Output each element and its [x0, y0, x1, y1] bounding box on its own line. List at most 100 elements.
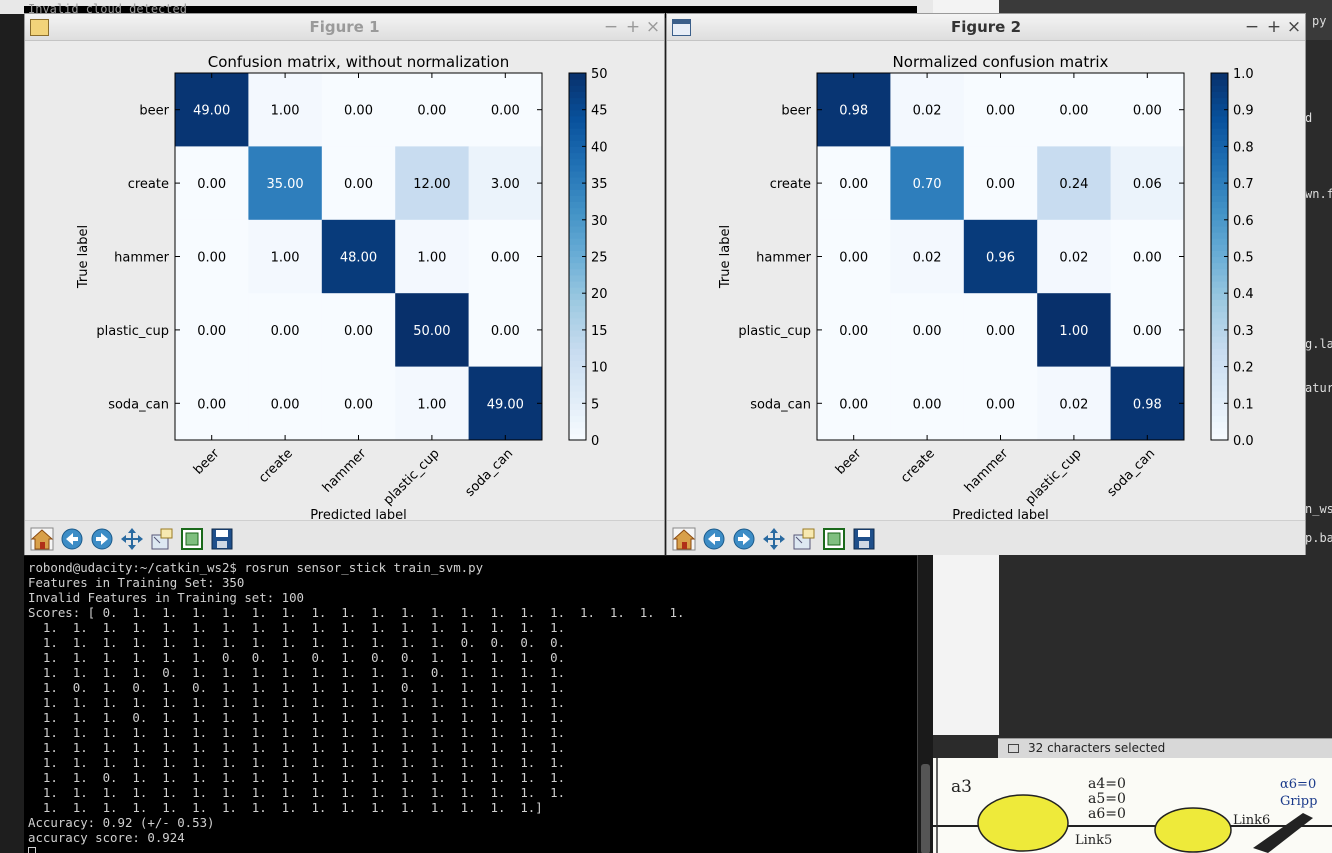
colorbar-segment: [1211, 195, 1228, 203]
minimize-icon[interactable]: −: [1243, 17, 1261, 37]
cell-value-label: 0.96: [986, 251, 1015, 266]
back-icon[interactable]: [59, 526, 85, 552]
colorbar-tick-label: 20: [591, 287, 608, 302]
terminal-line: 1. 1. 1. 1. 1. 1. 1. 1. 1. 1. 1. 1. 1. 1…: [28, 695, 566, 710]
colorbar-segment: [1211, 348, 1228, 355]
figure2-window[interactable]: Figure 2 − + × Normalized confusion matr…: [666, 13, 1306, 555]
save-icon[interactable]: [851, 526, 877, 552]
colorbar-segment: [1211, 403, 1228, 411]
pan-icon[interactable]: [119, 526, 145, 552]
terminal-line: 1. 0. 1. 0. 1. 0. 1. 1. 1. 1. 1. 1. 0. 1…: [28, 680, 566, 695]
forward-icon[interactable]: [731, 526, 757, 552]
forward-icon[interactable]: [89, 526, 115, 552]
sketch-label: Gripp: [1280, 794, 1317, 809]
chart-title: Normalized confusion matrix: [893, 53, 1109, 71]
terminal-output[interactable]: robond@udacity:~/catkin_ws2$ rosrun sens…: [24, 556, 917, 853]
subplots-icon[interactable]: [821, 526, 847, 552]
colorbar-segment: [1211, 109, 1228, 117]
x-tick-label: soda_can: [1105, 446, 1159, 500]
colorbar-segment: [1211, 299, 1228, 307]
colorbar-segment: [1211, 225, 1228, 233]
y-tick-label: create: [128, 177, 169, 192]
colorbar-segment: [569, 403, 586, 411]
colorbar-segment: [1211, 274, 1228, 282]
cell-value-label: 0.00: [491, 104, 520, 119]
sketch-label: Link5: [1075, 833, 1112, 848]
cell-value-label: 0.00: [197, 251, 226, 266]
editor-snippet: atur: [1305, 381, 1332, 395]
maximize-icon[interactable]: +: [1265, 17, 1283, 37]
colorbar-tick-label: 10: [591, 361, 608, 376]
scrollbar-thumb[interactable]: [921, 764, 930, 853]
zoom-icon[interactable]: [149, 526, 175, 552]
terminal-cursor: [28, 847, 36, 853]
cell-value-label: 49.00: [487, 397, 524, 412]
back-icon[interactable]: [701, 526, 727, 552]
colorbar-segment: [1211, 415, 1228, 423]
terminal-line: Features in Training Set: 350: [28, 575, 245, 590]
colorbar-tick-label: 5: [591, 397, 599, 412]
close-icon[interactable]: ×: [1285, 17, 1303, 37]
x-tick-label: hammer: [320, 446, 370, 496]
save-icon[interactable]: [209, 526, 235, 552]
selection-status: 32 characters selected: [1028, 741, 1166, 755]
home-icon[interactable]: [29, 526, 55, 552]
colorbar-segment: [1211, 378, 1228, 386]
minimize-icon[interactable]: −: [602, 17, 620, 37]
colorbar-segment: [1211, 170, 1228, 178]
subplots-icon[interactable]: [179, 526, 205, 552]
colorbar-segment: [569, 158, 586, 166]
colorbar-segment: [1211, 305, 1228, 313]
cell-value-label: 0.00: [271, 397, 300, 412]
cell-value-label: 0.00: [271, 324, 300, 339]
figure1-titlebar[interactable]: Figure 1 − + ×: [25, 14, 664, 41]
colorbar-segment: [569, 121, 586, 129]
figure1-canvas[interactable]: Confusion matrix, without normalization 4…: [25, 42, 664, 520]
colorbar-segment: [569, 329, 586, 337]
colorbar-segment: [1211, 189, 1228, 196]
colorbar-segment: [569, 183, 586, 190]
sketch-image: a3 a4=0 a5=0 a6=0 Link5 Link6 Gripp α6=0: [933, 758, 1332, 853]
figure1-window[interactable]: Figure 1 − + × Confusion matrix, without…: [24, 13, 665, 555]
cell-value-label: 0.02: [1059, 251, 1088, 266]
colorbar-segment: [1211, 146, 1228, 154]
x-tick-label: create: [898, 446, 938, 486]
colorbar-segment: [569, 73, 586, 80]
colorbar-tick-label: 0.3: [1233, 324, 1254, 339]
colorbar-segment: [569, 219, 586, 227]
x-axis-label: Predicted label: [952, 508, 1049, 520]
colorbar-segment: [1211, 342, 1228, 349]
y-tick-label: plastic_cup: [96, 324, 169, 339]
cell-value-label: 0.00: [913, 324, 942, 339]
terminal-line: 1. 1. 1. 0. 1. 1. 1. 1. 1. 1. 1. 1. 1. 1…: [28, 710, 566, 725]
window-title: Figure 2: [950, 18, 1022, 36]
y-tick-label: hammer: [756, 251, 812, 266]
colorbar-segment: [1211, 336, 1228, 343]
cell-value-label: 0.02: [913, 104, 942, 119]
colorbar-segment: [1211, 79, 1228, 86]
window-title: Figure 1: [309, 18, 380, 36]
cell-value-label: 0.02: [913, 251, 942, 266]
sketch-label: a3: [951, 777, 972, 797]
home-icon[interactable]: [671, 526, 697, 552]
colorbar-segment: [569, 293, 586, 300]
editor-snippet: py: [1312, 14, 1327, 28]
pan-icon[interactable]: [761, 526, 787, 552]
cell-value-label: 0.00: [839, 397, 868, 412]
zoom-icon[interactable]: [791, 526, 817, 552]
cell-value-label: 0.00: [491, 251, 520, 266]
sketch-label: a6=0: [1088, 806, 1126, 822]
colorbar-segment: [569, 238, 586, 245]
figure2-canvas[interactable]: Normalized confusion matrix 0.98 0.02 0.00 0…: [667, 42, 1305, 520]
close-icon[interactable]: ×: [644, 17, 662, 37]
maximize-icon[interactable]: +: [624, 17, 642, 37]
colorbar-segment: [569, 378, 586, 386]
cell-value-label: 0.00: [1133, 251, 1162, 266]
cell-value-label: 0.00: [986, 104, 1015, 119]
figure2-titlebar[interactable]: Figure 2 − + ×: [667, 14, 1305, 41]
colorbar-tick-label: 40: [591, 140, 608, 155]
colorbar-segment: [569, 232, 586, 239]
colorbar-segment: [569, 225, 586, 233]
cell-value-label: 0.00: [197, 397, 226, 412]
cell-value-label: 3.00: [491, 177, 520, 192]
